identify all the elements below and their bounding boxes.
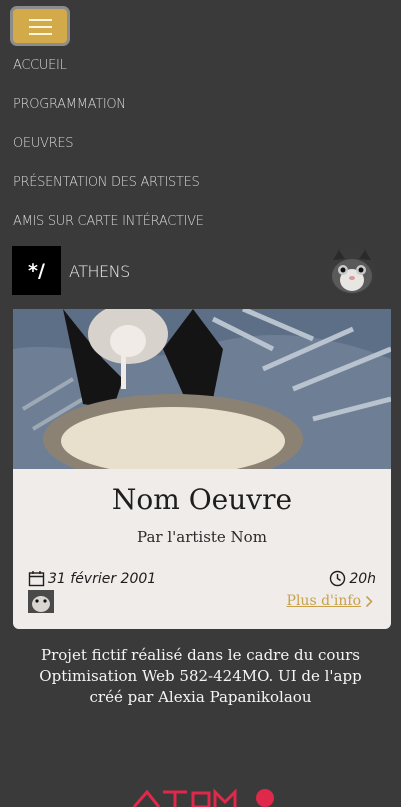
artwork-artist: Par l'artiste Nom — [137, 528, 267, 546]
avatar-image — [327, 246, 377, 296]
clock-icon — [330, 570, 346, 587]
footer-credits: Projet fictif réalisé dans le cadre du c… — [39, 646, 362, 706]
site-logo[interactable]: */ — [12, 246, 61, 295]
artwork-card[interactable]: Nom Oeuvre Par l'artiste Nom 31 février … — [13, 309, 391, 629]
calendar-icon — [28, 571, 45, 587]
footer-logo-image — [129, 784, 279, 807]
brand-name: ATHENS — [69, 262, 130, 281]
main-nav: ACCUEIL PROGRAMMATION OEUVRES PRÉSENTATI… — [13, 58, 204, 253]
artwork-title: Nom Oeuvre — [111, 483, 293, 516]
avatar[interactable] — [327, 246, 377, 296]
time-value: 20h — [349, 570, 376, 587]
more-info-label: Plus d'info — [286, 593, 361, 609]
more-info-link[interactable]: Plus d'info — [287, 593, 373, 609]
chevron-right-icon — [365, 595, 373, 607]
nav-item-accueil[interactable]: ACCUEIL — [13, 58, 204, 97]
brand-header: */ ATHENS — [0, 246, 401, 296]
nav-item-oeuvres[interactable]: OEUVRES — [13, 136, 204, 175]
artist-thumbnail[interactable] — [28, 590, 54, 613]
nav-item-programmation[interactable]: PROGRAMMATION — [13, 97, 204, 136]
date-value: 31 février 2001 — [48, 570, 157, 587]
nav-item-artistes[interactable]: PRÉSENTATION DES ARTISTES — [13, 175, 204, 214]
menu-toggle-button[interactable] — [10, 6, 70, 46]
hamburger-icon — [29, 19, 52, 21]
artwork-date: 31 février 2001 — [28, 570, 156, 587]
artwork-time: 20h — [329, 570, 376, 587]
artwork-image — [13, 309, 391, 484]
